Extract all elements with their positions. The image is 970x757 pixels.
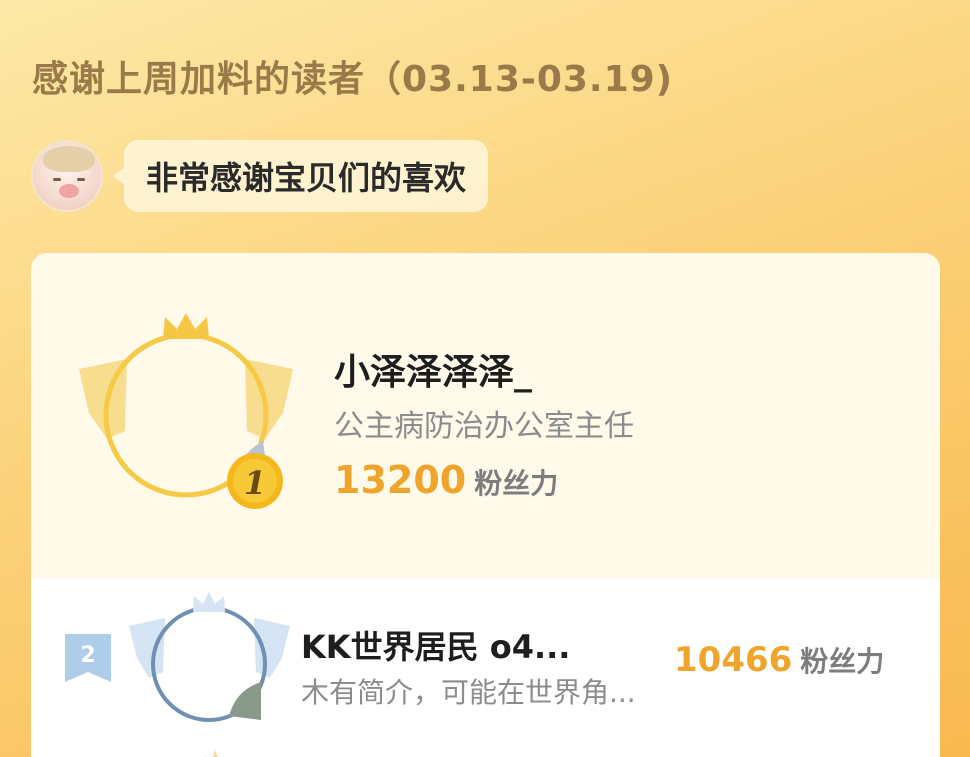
gold-crown-wings-badge-icon: 1 <box>79 313 293 509</box>
rank-1-label: 1 <box>244 464 266 502</box>
second-reader-name[interactable]: KK世界居民 o4... <box>301 622 570 668</box>
leaderboard-card: 1 小泽泽泽泽_ 公主病防治办公室主任 13200 粉丝力 2 KK世界居民 o4… <box>31 253 940 757</box>
first-reader-score: 13200 粉丝力 <box>334 458 558 502</box>
second-reader-bio: 木有简介，可能在世界角... <box>301 676 636 709</box>
first-reader-score-value: 13200 <box>334 458 467 502</box>
leaderboard-second-entry[interactable]: 2 KK世界居民 o4... 木有简介，可能在世界角... 10466 粉丝力 <box>31 578 940 757</box>
second-reader-score-value: 10466 <box>674 640 793 680</box>
second-reader-score: 10466 粉丝力 <box>674 640 884 680</box>
leaderboard-first-entry[interactable]: 1 小泽泽泽泽_ 公主病防治办公室主任 13200 粉丝力 <box>31 253 940 578</box>
first-reader-name[interactable]: 小泽泽泽泽_ <box>334 343 532 395</box>
mascot-avatar <box>31 140 103 212</box>
third-badge-crown-icon <box>204 750 218 757</box>
first-reader-score-unit: 粉丝力 <box>474 467 559 500</box>
second-reader-score-unit: 粉丝力 <box>800 645 885 678</box>
rank-2-label: 2 <box>80 643 95 668</box>
first-reader-bio: 公主病防治办公室主任 <box>334 409 634 444</box>
page-title: 感谢上周加料的读者（03.13-03.19) <box>32 59 674 100</box>
rank-ribbon-icon: 2 <box>65 634 111 682</box>
thanks-message-bubble: 非常感谢宝贝们的喜欢 <box>111 140 489 212</box>
thanks-message-text: 非常感谢宝贝们的喜欢 <box>146 159 467 197</box>
silver-crown-wings-badge-icon <box>129 592 290 722</box>
